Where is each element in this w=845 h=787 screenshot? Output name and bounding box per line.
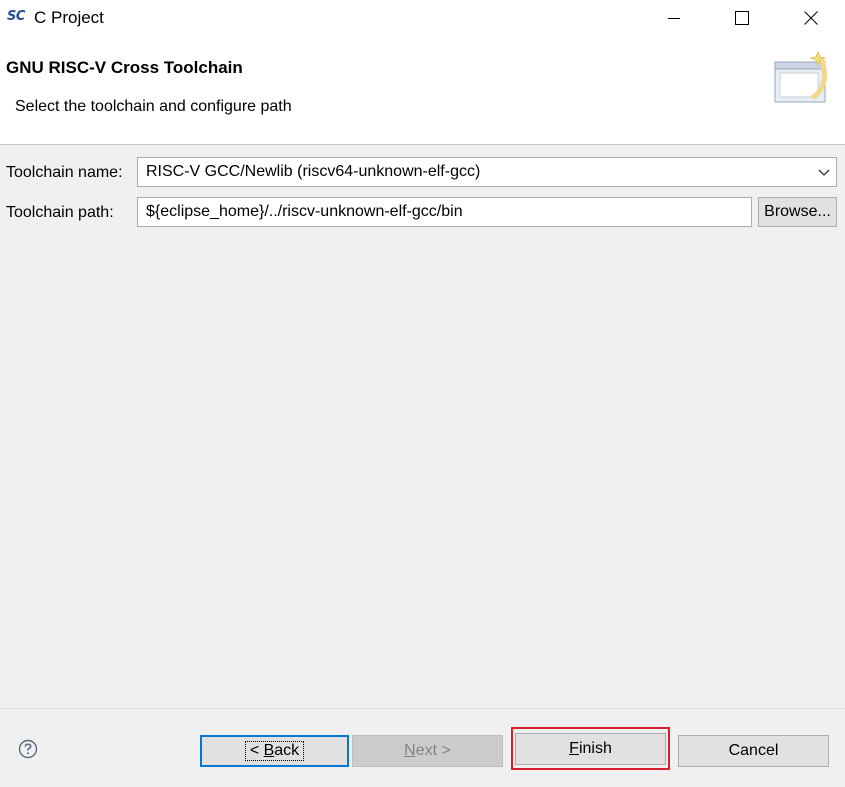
wizard-header: GNU RISC-V Cross Toolchain Select the to… xyxy=(0,38,845,145)
finish-button-label: Finish xyxy=(569,740,612,757)
minimize-button[interactable] xyxy=(651,0,697,36)
finish-button[interactable]: Finish xyxy=(515,733,666,765)
browse-button[interactable]: Browse... xyxy=(758,197,837,227)
back-button-label: < Back xyxy=(244,741,305,761)
maximize-button[interactable] xyxy=(719,0,765,36)
next-button: Next > xyxy=(352,735,503,767)
footer-divider xyxy=(0,708,845,709)
next-button-label: Next > xyxy=(404,742,451,759)
close-button[interactable] xyxy=(788,0,834,36)
window-title: C Project xyxy=(34,8,104,27)
minimize-icon xyxy=(668,18,680,19)
back-button[interactable]: < Back xyxy=(200,735,349,767)
toolchain-name-label: Toolchain name: xyxy=(6,164,123,181)
toolchain-path-input[interactable] xyxy=(137,197,752,227)
toolchain-name-select[interactable]: RISC-V GCC/Newlib (riscv64-unknown-elf-g… xyxy=(137,157,837,187)
toolchain-path-label: Toolchain path: xyxy=(6,204,114,221)
toolchain-name-value: RISC-V GCC/Newlib (riscv64-unknown-elf-g… xyxy=(146,163,481,180)
maximize-icon xyxy=(735,11,749,25)
app-icon: SC xyxy=(7,9,25,24)
chevron-down-icon xyxy=(818,169,830,176)
title-bar: SC C Project xyxy=(0,0,845,38)
page-description: Select the toolchain and configure path xyxy=(15,98,292,115)
new-wizard-banner-icon xyxy=(774,50,827,103)
question-circle-icon[interactable] xyxy=(18,739,38,759)
page-title: GNU RISC-V Cross Toolchain xyxy=(6,58,243,77)
cancel-button[interactable]: Cancel xyxy=(678,735,829,767)
close-icon xyxy=(804,11,818,25)
